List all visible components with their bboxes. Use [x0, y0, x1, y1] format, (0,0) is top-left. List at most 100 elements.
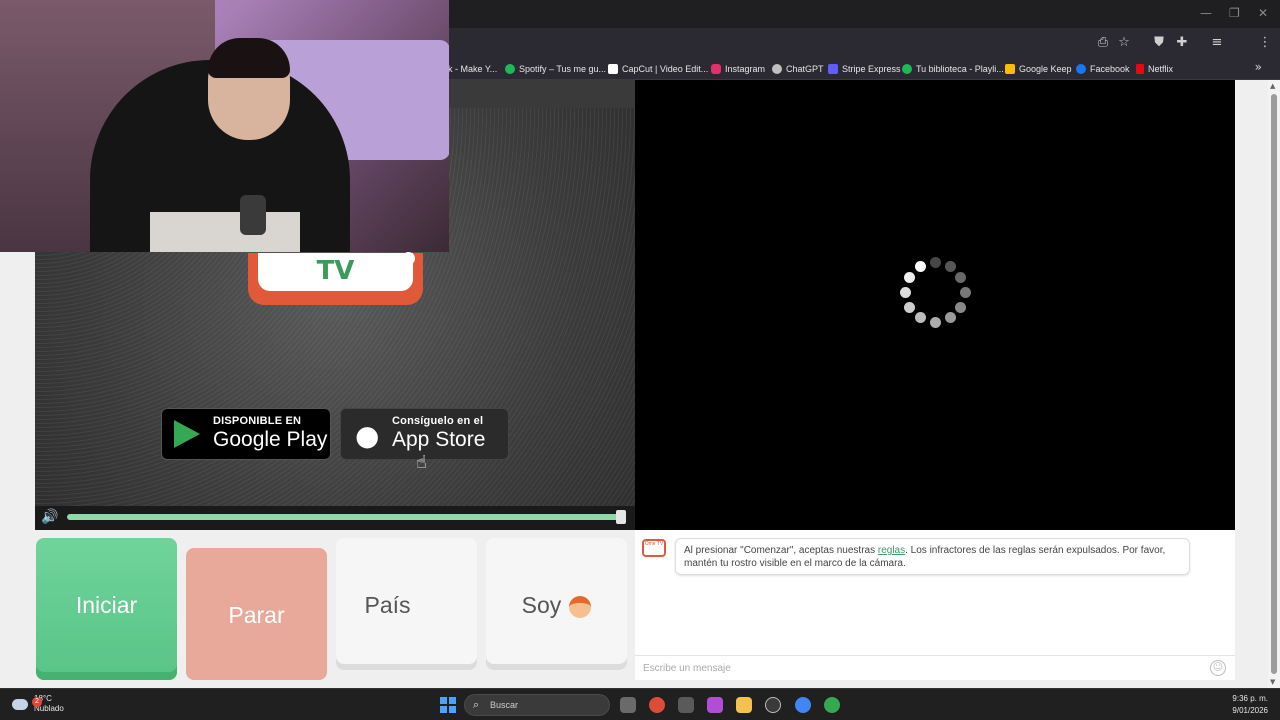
volume-slider[interactable] — [67, 514, 621, 520]
bookmark-item[interactable]: Spotify – Tus me gu... — [505, 61, 606, 77]
search-placeholder: Buscar — [490, 700, 519, 710]
message-text: Al presionar "Comenzar", aceptas nuestra… — [684, 545, 878, 556]
clock-date: 9/01/2026 — [1232, 706, 1268, 715]
install-icon[interactable]: ⎙ — [1094, 34, 1112, 52]
google-play-big-text: Google Play — [213, 428, 328, 451]
rules-link[interactable]: reglas — [878, 545, 905, 556]
bookmark-label: CapCut | Video Edit... — [622, 64, 709, 74]
weather-badge: 2 — [32, 697, 42, 707]
taskbar-search[interactable]: ⌕ Buscar — [464, 694, 610, 716]
spinner-dot — [903, 301, 915, 313]
webcam-overlay — [0, 0, 449, 252]
windows-taskbar: 2 18°C Nublado ⌕ Buscar 9:36 p. m. 9/01/2… — [0, 688, 1280, 720]
chatgpt-icon — [772, 64, 782, 74]
gender-label: Soy — [521, 592, 562, 618]
spinner-dot — [929, 256, 941, 268]
cloud-icon — [12, 698, 28, 710]
bookmark-item[interactable]: Netflix — [1136, 61, 1173, 77]
task-view-icon[interactable] — [620, 697, 636, 713]
webcam-microphone — [240, 195, 266, 235]
bookmark-item[interactable]: k - Make Y... — [448, 61, 497, 77]
puzzle-icon[interactable]: ✚ — [1173, 34, 1191, 52]
google-play-icon — [174, 420, 200, 448]
bookmark-item[interactable]: CapCut | Video Edit... — [608, 61, 708, 77]
bookmark-label: ChatGPT — [786, 64, 824, 74]
maximize-icon[interactable]: ❐ — [1229, 6, 1240, 20]
bookmark-label: Netflix — [1148, 64, 1174, 74]
copilot-icon[interactable] — [707, 697, 723, 713]
bookmarks-overflow-icon[interactable]: » — [1255, 60, 1262, 74]
extension-icon[interactable]: ⛊ — [1150, 34, 1168, 52]
close-icon[interactable]: ✕ — [1258, 6, 1268, 20]
system-clock[interactable]: 9:36 p. m. 9/01/2026 — [1232, 693, 1268, 717]
volume-bar: 🔊 — [35, 506, 635, 530]
google-play-button[interactable]: DISPONIBLE EN Google Play — [161, 408, 331, 460]
volume-slider-knob[interactable] — [616, 510, 626, 524]
bookmark-item[interactable]: ChatGPT — [772, 61, 824, 77]
country-button[interactable]: País — [336, 538, 477, 670]
scrollbar-thumb[interactable] — [1271, 94, 1277, 674]
scroll-down-icon[interactable]: ▼ — [1270, 678, 1275, 686]
ometv-logo: TV — [248, 253, 423, 305]
bookmark-label: Facebook — [1090, 64, 1130, 74]
spinner-dot — [914, 312, 926, 324]
capcut-icon — [608, 64, 618, 74]
emoji-icon[interactable]: ☺ — [1210, 660, 1226, 676]
message-placeholder: Escribe un mensaje — [643, 663, 731, 674]
bookmark-label: Stripe Express — [842, 64, 901, 74]
windows-start-icon[interactable] — [440, 697, 456, 713]
clock-time: 9:36 p. m. — [1232, 694, 1268, 703]
speaker-icon[interactable]: 🔊 — [41, 509, 58, 525]
gender-button[interactable]: Soy — [486, 538, 627, 670]
bookmark-item[interactable]: Facebook — [1076, 61, 1130, 77]
chrome-icon[interactable] — [649, 697, 665, 713]
bookmark-item[interactable]: Instagram — [711, 61, 765, 77]
minimize-icon[interactable]: — — [1200, 6, 1212, 20]
instagram-icon — [711, 64, 721, 74]
weather-widget[interactable]: 2 18°C Nublado — [12, 694, 64, 714]
boy-face-icon — [569, 595, 592, 618]
spinner-dot — [914, 260, 926, 272]
spinner-dot — [929, 316, 941, 328]
bookmark-item[interactable]: Google Keep — [1005, 61, 1072, 77]
chrome-profile-icon[interactable] — [765, 697, 781, 713]
spinner-dot — [955, 301, 967, 313]
hand-cursor-icon: ☝ — [416, 452, 427, 473]
start-label: Iniciar — [75, 592, 138, 618]
message-input[interactable]: Escribe un mensaje ☺ — [635, 655, 1235, 680]
loading-spinner-icon — [895, 252, 975, 332]
bookmark-label: Instagram — [725, 64, 766, 74]
spotify-icon — [902, 64, 912, 74]
spinner-dot — [903, 271, 915, 283]
logo-dot — [402, 252, 415, 265]
file-explorer-icon[interactable] — [736, 697, 752, 713]
media-icon[interactable]: ≡ — [1208, 34, 1226, 52]
chat-panel: Ome TV Al presionar "Comenzar", aceptas … — [635, 530, 1235, 680]
spotify-icon — [505, 64, 515, 74]
star-icon[interactable]: ☆ — [1115, 34, 1133, 52]
facebook-icon — [1076, 64, 1086, 74]
page-scrollbar[interactable]: ▲ ▼ — [1268, 80, 1280, 688]
stripe-icon — [828, 64, 838, 74]
webcam-hair — [208, 38, 290, 78]
google-keep-icon — [1005, 64, 1015, 74]
app-store-big-text: App Store — [392, 428, 486, 451]
system-message: Al presionar "Comenzar", aceptas nuestra… — [675, 538, 1190, 575]
search-icon: ⌕ — [473, 698, 480, 711]
spinner-dot — [899, 286, 911, 298]
app-store-small-text: Consíguelo en el — [392, 415, 484, 427]
start-button[interactable]: Iniciar — [36, 538, 177, 680]
menu-icon[interactable]: ⋮ — [1256, 34, 1274, 52]
spinner-dot — [959, 286, 971, 298]
chrome-icon-2[interactable] — [795, 697, 811, 713]
spinner-dot — [944, 312, 956, 324]
bookmark-label: Tu biblioteca - Playli... — [916, 64, 1004, 74]
scroll-up-icon[interactable]: ▲ — [1270, 82, 1275, 90]
store-icon[interactable] — [678, 697, 694, 713]
bookmark-item[interactable]: Stripe Express — [828, 61, 901, 77]
spinner-dot — [955, 271, 967, 283]
bookmark-item[interactable]: Tu biblioteca - Playli... — [902, 61, 1004, 77]
bookmark-label: Spotify – Tus me gu... — [519, 64, 607, 74]
chrome-icon-3[interactable] — [824, 697, 840, 713]
gender-label-wrap: Soy — [486, 592, 627, 619]
